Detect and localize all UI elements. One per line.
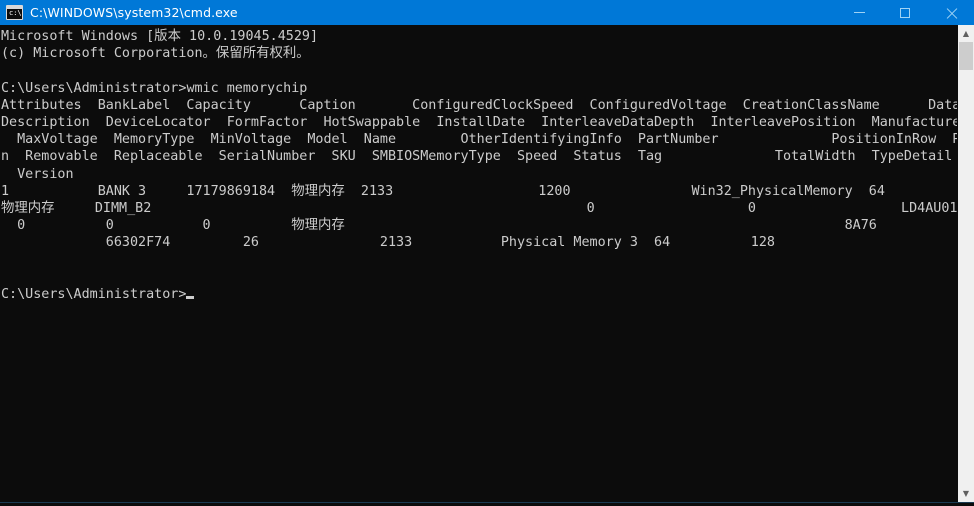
scroll-down-arrow-icon[interactable]: ▼ (958, 485, 974, 502)
final-prompt: C:\Users\Administrator> (1, 287, 187, 303)
console-output-area[interactable]: Microsoft Windows [版本 10.0.19045.4529] (… (0, 25, 957, 502)
prompt-1: C:\Users\Administrator> (1, 80, 187, 96)
scrollbar-track[interactable] (958, 42, 974, 485)
console-body: Microsoft Windows [版本 10.0.19045.4529] (… (0, 25, 974, 502)
window-controls (836, 0, 974, 25)
close-button[interactable] (928, 0, 974, 25)
banner-line-1: Microsoft Windows [版本 10.0.19045.4529] (1, 29, 319, 44)
banner-line-2: (c) Microsoft Corporation。保留所有权利。 (1, 46, 310, 62)
minimize-icon (853, 12, 865, 13)
window-title: C:\WINDOWS\system32\cmd.exe (30, 5, 238, 20)
maximize-button[interactable] (882, 0, 928, 25)
text-cursor (186, 296, 195, 300)
minimize-button[interactable] (836, 0, 882, 25)
scroll-up-arrow-icon[interactable]: ▲ (958, 25, 974, 42)
close-icon (945, 7, 957, 19)
console-text: Microsoft Windows [版本 10.0.19045.4529] (… (0, 28, 957, 303)
scrollbar-thumb[interactable] (959, 42, 973, 70)
cmd-icon-glyph: c:\ (9, 9, 22, 17)
maximize-icon (900, 7, 910, 18)
vertical-scrollbar[interactable]: ▲ ▼ (957, 25, 974, 502)
title-bar[interactable]: c:\ C:\WINDOWS\system32\cmd.exe (0, 0, 974, 25)
cmd-icon: c:\ (6, 5, 23, 20)
command-text: wmic memorychip (186, 80, 308, 96)
window-bottom-edge (0, 502, 974, 506)
prompt-line: C:\Users\Administrator>wmic memorychip (1, 81, 307, 96)
wmic-output-block: Attributes BankLabel Capacity Caption Co… (1, 97, 957, 251)
cmd-window: c:\ C:\WINDOWS\system32\cmd.exe Microsof… (0, 0, 974, 506)
